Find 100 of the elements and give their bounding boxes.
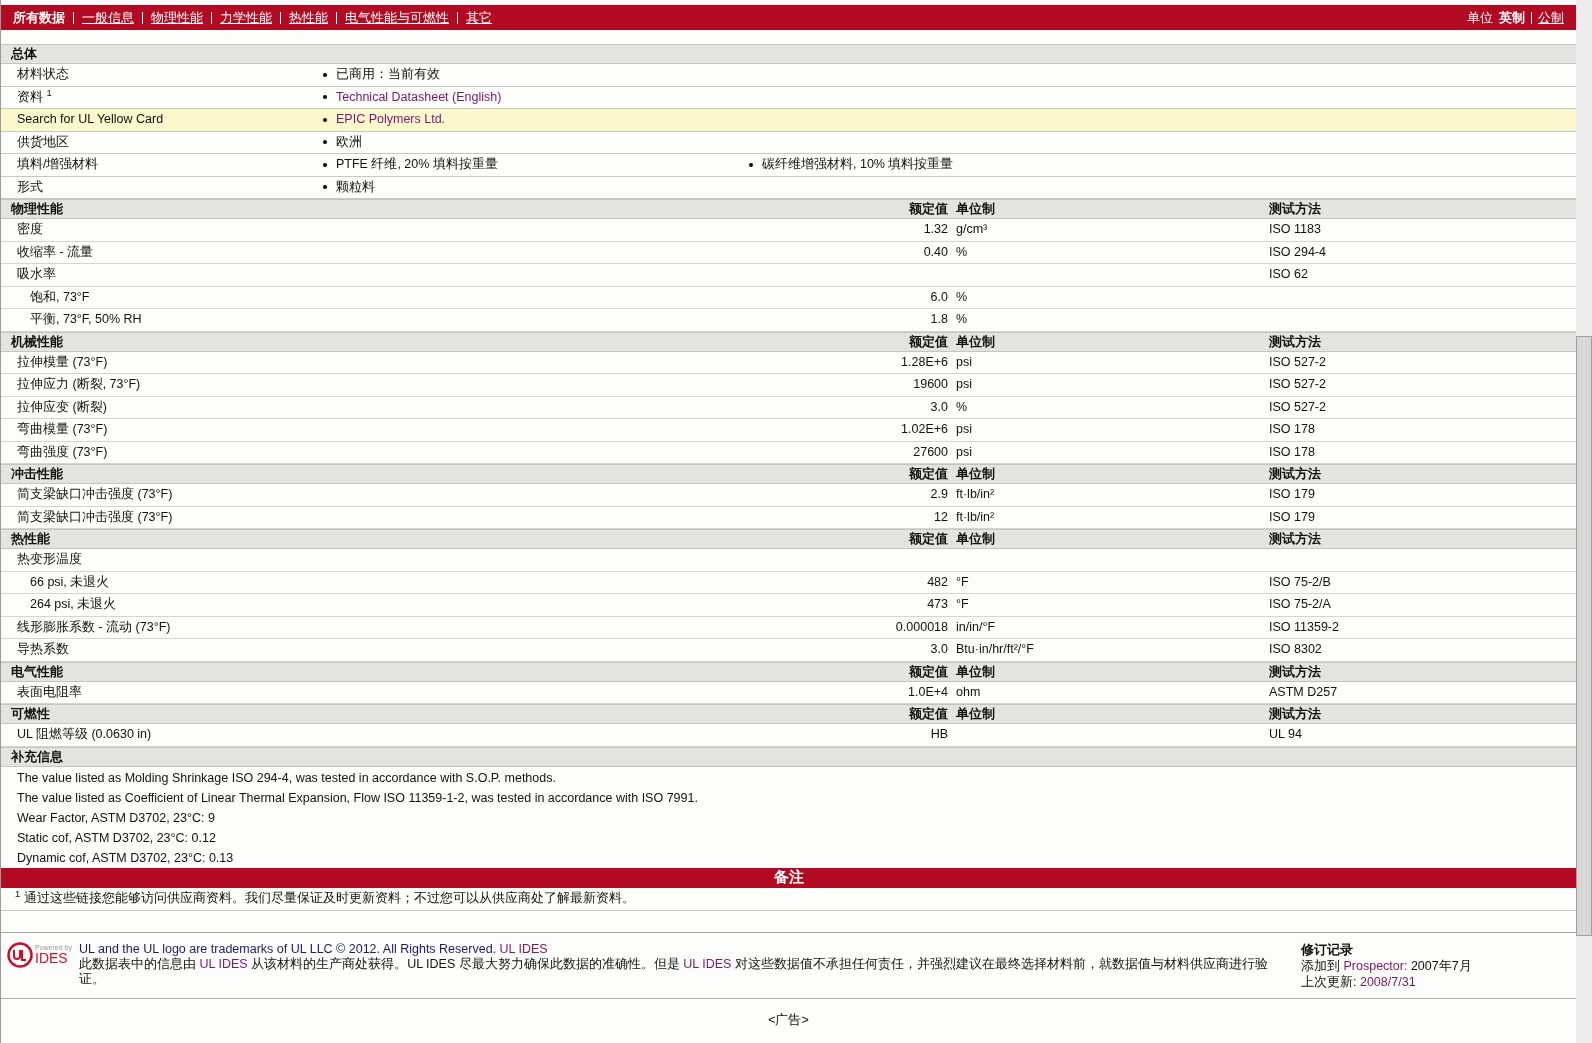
property-unit: ft·lb/in² [956,509,995,524]
column-header: 测试方法 [1268,333,1321,351]
bullet-icon [323,162,327,167]
property-label: 简支梁缺口冲击强度 (73°F) [17,486,173,504]
column-header: 单位制 [955,706,995,723]
bullet-icon [323,72,327,77]
property-value: 473 [927,597,948,612]
history-entry: 添加到 Prospector: 2007年7月 [1301,957,1472,974]
column-header: 额定值 [909,706,948,723]
info-value: 欧洲 [336,133,362,151]
test-method: ISO 178 [1269,422,1315,437]
property-unit: % [956,289,968,304]
property-unit: in/in/°F [956,619,996,634]
property-unit: psi [956,354,972,369]
section-title: 物理性能 [10,201,63,218]
bullet-icon [749,162,753,167]
property-label: 导热系数 [17,641,69,659]
property-unit: % [956,399,968,414]
nav-tab[interactable]: 所有数据 [13,7,65,28]
property-unit: °F [956,574,969,589]
test-method: ISO 527-2 [1269,399,1326,414]
column-header: 测试方法 [1268,705,1321,723]
nav-tab[interactable]: 其它 [466,7,492,28]
ad-label: <广告> [768,1011,809,1029]
bullet-icon [323,117,327,122]
info-link[interactable]: EPIC Polymers Ltd. [336,110,446,130]
footnote: $^{1}$ 通过这些链接您能够访问供应商资料。我们尽量保证及时更新资料；不过您可以从供应商处了解最新资料。 [15,889,635,908]
nav-tab[interactable]: 热性能 [289,7,328,28]
unit-option[interactable]: 公制 [1538,7,1564,28]
property-value: 1.8 [930,312,948,327]
info-value: 碳纤维增强材料, 10% 填料按重量 [762,156,954,174]
test-method: ASTM D257 [1269,684,1338,699]
unit-option[interactable]: 英制 [1499,7,1525,28]
notes-title: 备注 [773,867,804,888]
ul-circle-logo-icon [7,941,33,968]
info-value: 颗粒料 [336,178,375,196]
test-method: ISO 179 [1269,509,1315,524]
test-method: ISO 294-4 [1269,244,1326,259]
property-label: 拉伸应力 (断裂, 73°F) [17,376,141,394]
property-value: 12 [934,509,948,524]
property-label: 平衡, 73°F, 50% RH [30,311,142,329]
disclaimer-text: 此数据表中的信息由 UL IDES 从该材料的生产商处获得。UL IDES 尽最大努力确保此数据的准确性。但是 UL IDES 对这些数据值不承担任何责任，并强烈建议在最终选择材料前，就数据值与材料供应商进行验证。 [79,956,1269,987]
property-value: 19600 [913,377,948,392]
property-label: UL 阻燃等级 (0.0630 in) [17,726,152,744]
column-header: 额定值 [909,466,948,483]
test-method: ISO 75-2/B [1269,574,1331,589]
info-value: PTFE 纤维, 20% 填料按重量 [336,156,498,174]
nav-tab[interactable]: 力学性能 [220,7,272,28]
test-method: ISO 11359-2 [1269,619,1339,634]
section-title: 总体 [9,46,37,63]
column-header: 额定值 [909,663,948,681]
test-method: ISO 179 [1269,487,1315,502]
column-header: 额定值 [909,201,948,218]
property-value: 27600 [913,444,948,459]
column-header: 额定值 [909,333,948,351]
nav-tab[interactable]: 物理性能 [151,7,203,28]
info-label: 材料状态 [16,66,70,84]
test-method: ISO 62 [1269,267,1308,282]
property-label: 拉伸模量 (73°F) [17,353,108,371]
property-label: 66 psi, 未退火 [30,573,110,591]
test-method: ISO 8302 [1269,642,1322,657]
supplementary-note: Wear Factor, ASTM D3702, 23°C: 9 [17,809,215,827]
property-unit: Btu·in/hr/ft²/°F [956,642,1034,657]
section-title: 机械性能 [9,333,63,351]
info-label: 资料 $^{1}$ [16,87,53,106]
history-entry: 上次更新: 2008/7/31 [1301,973,1416,990]
info-link[interactable]: Technical Datasheet (English) [336,87,502,107]
section-title: 冲击性能 [10,466,63,483]
property-label: 密度 [17,221,43,239]
property-label: 弯曲强度 (73°F) [17,443,108,461]
property-unit: % [956,244,968,259]
property-label: 吸水率 [17,266,56,284]
property-unit: °F [956,597,969,612]
section-title: 补充信息 [10,748,63,766]
supplementary-note: Static cof, ASTM D3702, 23°C: 0.12 [17,829,216,847]
test-method: ISO 75-2/A [1269,597,1331,612]
nav-tab[interactable]: 电气性能与可燃性 [345,7,449,28]
property-value: 1.0E+4 [908,684,948,699]
property-label: 264 psi, 未退火 [30,596,117,614]
property-label: 线形膨胀系数 - 流动 (73°F) [17,618,171,636]
section-title: 电气性能 [10,663,63,681]
property-value: 1.28E+6 [901,354,948,369]
property-unit: g/cm³ [956,222,988,237]
nav-tab[interactable]: 一般信息 [82,7,134,28]
property-value: 0.40 [923,244,948,259]
test-method: ISO 527-2 [1269,377,1326,392]
info-label: 供货地区 [16,133,70,151]
property-value: HB [930,727,948,742]
column-header: 单位制 [955,201,995,218]
info-value: 已商用：当前有效 [336,66,440,84]
property-value: 2.9 [930,487,948,502]
supplementary-note: Dynamic cof, ASTM D3702, 23°C: 0.13 [17,849,234,867]
column-header: 测试方法 [1268,530,1321,548]
test-method: ISO 178 [1269,444,1315,459]
property-value: 1.02E+6 [901,422,948,437]
property-value: 3.0 [930,642,948,657]
property-unit: psi [956,422,972,437]
units-label: 单位 [1467,8,1493,27]
supplementary-note: The value listed as Molding Shrinkage ISO 294-4, was tested in accordance with S.O.P. methods. [17,769,556,787]
scrollbar[interactable] [1576,0,1592,1043]
